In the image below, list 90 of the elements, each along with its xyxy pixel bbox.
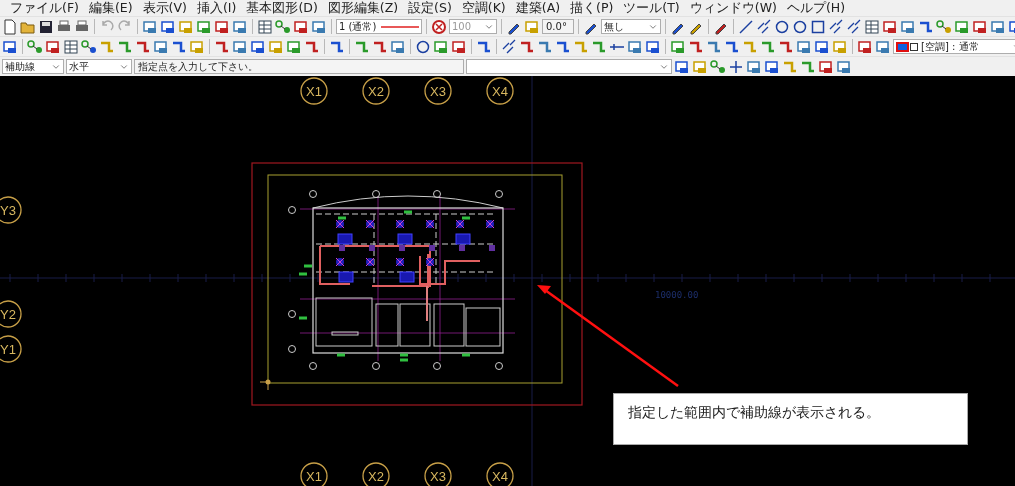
- menu-item[interactable]: 空調(K): [461, 0, 506, 16]
- grid-label: Y3: [0, 196, 22, 224]
- grid-label: X1: [300, 77, 328, 105]
- tool-icon[interactable]: [972, 18, 988, 35]
- diagonal-lines-icon[interactable]: [756, 18, 772, 35]
- line-style-dropdown[interactable]: 1 (通常): [336, 19, 422, 34]
- line-sample-icon: [381, 24, 419, 29]
- table-icon[interactable]: [864, 18, 880, 35]
- direction-dropdown[interactable]: 水平: [66, 59, 132, 74]
- grid-label: X4: [486, 77, 514, 105]
- circle-icon[interactable]: [792, 18, 808, 35]
- table-icon[interactable]: [257, 18, 273, 35]
- tool-icon[interactable]: [45, 38, 61, 55]
- tool-icon[interactable]: [836, 58, 852, 75]
- tool-icon[interactable]: [670, 38, 686, 55]
- tool-icon[interactable]: [900, 18, 916, 35]
- nodes-icon[interactable]: [27, 38, 43, 55]
- menu-item[interactable]: 建築(A): [515, 0, 561, 16]
- tool-icon[interactable]: [954, 18, 970, 35]
- tool-icon[interactable]: [433, 38, 449, 55]
- menu-item[interactable]: 挿入(I): [196, 0, 237, 16]
- nodes-icon[interactable]: [81, 38, 97, 55]
- tool-icon[interactable]: [286, 38, 302, 55]
- tool-icon[interactable]: [645, 38, 661, 55]
- menu-item[interactable]: 図形編集(Z): [327, 0, 399, 16]
- tool-icon[interactable]: [142, 18, 158, 35]
- fill-dropdown[interactable]: 無し: [601, 19, 661, 34]
- menu-item[interactable]: 基本図形(D): [246, 0, 318, 16]
- menu-item[interactable]: ツール(T): [623, 0, 680, 16]
- plus-icon[interactable]: [728, 58, 744, 75]
- input-dropdown[interactable]: [466, 59, 672, 74]
- grid-label: X3: [424, 462, 452, 486]
- table-icon[interactable]: [63, 38, 79, 55]
- tool-icon[interactable]: [232, 18, 248, 35]
- grid-label: X4: [486, 462, 514, 486]
- tool-icon[interactable]: [814, 38, 830, 55]
- tool-icon[interactable]: [796, 38, 812, 55]
- save-icon[interactable]: [38, 18, 54, 35]
- grid-label: X1: [300, 462, 328, 486]
- tool-icon[interactable]: [875, 38, 891, 55]
- tool-icon[interactable]: [451, 38, 467, 55]
- tool-icon[interactable]: [882, 18, 898, 35]
- menu-item[interactable]: 設定(S): [408, 0, 452, 16]
- menu-item[interactable]: ヘルプ(H): [786, 0, 846, 16]
- line-icon[interactable]: [738, 18, 754, 35]
- tool-icon[interactable]: [627, 38, 643, 55]
- circle-icon[interactable]: [415, 38, 431, 55]
- stop-icon[interactable]: [431, 18, 447, 35]
- callout-text: 指定した範囲内で補助線が表示される。: [613, 393, 968, 445]
- tool-icon[interactable]: [746, 58, 762, 75]
- tool-icon[interactable]: [818, 58, 834, 75]
- line-kind-dropdown[interactable]: 補助線: [2, 59, 64, 74]
- tool-icon[interactable]: [990, 18, 1006, 35]
- tool-icon[interactable]: [311, 18, 327, 35]
- layer-color-icon: [896, 41, 918, 52]
- dimension-label: 10000.00: [655, 290, 699, 300]
- nodes-icon[interactable]: [710, 58, 726, 75]
- layer-dropdown[interactable]: [空調] : 通常: [893, 39, 1015, 54]
- grid-label: X2: [362, 77, 390, 105]
- tool-icon[interactable]: [214, 18, 230, 35]
- grid-label: X2: [362, 462, 390, 486]
- menu-item[interactable]: 表示(V): [142, 0, 187, 16]
- tool-icon[interactable]: [2, 38, 18, 55]
- circle-icon[interactable]: [774, 18, 790, 35]
- square-icon[interactable]: [810, 18, 826, 35]
- tool-icon[interactable]: [293, 18, 309, 35]
- menu-item[interactable]: 編集(E): [88, 0, 133, 16]
- menu-item[interactable]: ウィンドウ(W): [689, 0, 777, 16]
- diagonal-lines-icon[interactable]: [846, 18, 862, 35]
- diagonal-lines-icon[interactable]: [501, 38, 517, 55]
- tool-icon[interactable]: [160, 18, 176, 35]
- tool-icon[interactable]: [857, 38, 873, 55]
- document-icon[interactable]: [2, 18, 18, 35]
- diagonal-lines-icon[interactable]: [828, 18, 844, 35]
- tool-icon[interactable]: [250, 38, 266, 55]
- grid-label: X3: [424, 77, 452, 105]
- tool-icon[interactable]: [196, 18, 212, 35]
- prompt-field: 指定点を入力して下さい。: [134, 59, 464, 74]
- tool-icon[interactable]: [232, 38, 248, 55]
- menu-item[interactable]: ファイル(F): [10, 0, 79, 16]
- nodes-icon[interactable]: [936, 18, 952, 35]
- grid-label: Y1: [0, 335, 22, 363]
- angle-field[interactable]: 0.0°: [542, 19, 574, 34]
- grid-label: Y2: [0, 300, 22, 328]
- tool-icon[interactable]: [764, 58, 780, 75]
- tool-icon[interactable]: [390, 38, 406, 55]
- tool-icon[interactable]: [674, 58, 690, 75]
- tool-icon[interactable]: [153, 38, 169, 55]
- nodes-icon[interactable]: [275, 18, 291, 35]
- menu-item[interactable]: 描く(P): [570, 0, 614, 16]
